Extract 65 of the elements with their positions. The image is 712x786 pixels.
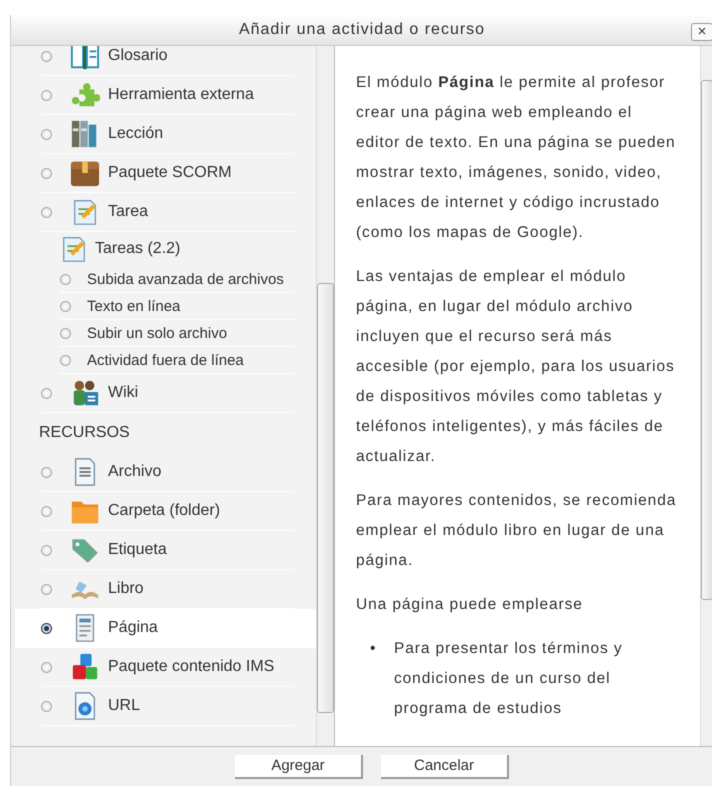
option-label: Wiki: [108, 384, 138, 402]
radio-button[interactable]: [41, 584, 52, 594]
option-label: Tarea: [108, 203, 148, 221]
group-label: Tareas (2.2): [95, 240, 180, 258]
activity-option[interactable]: Archivo: [41, 453, 294, 492]
activity-option[interactable]: Texto en línea: [60, 293, 294, 320]
bullet-marker: •: [370, 639, 378, 659]
radio-button[interactable]: [41, 506, 52, 516]
option-label: Lección: [108, 125, 164, 143]
option-label: Carpeta (folder): [108, 502, 220, 520]
radio-button[interactable]: [60, 300, 71, 312]
help-paragraph: El módulo Página le permite al profesor crear una página web empleando el editor de texto. En una página se pueden mostrar texto, imágenes, sonido, video, enlaces de internet y código incrustado (como los mapas de Google).: [356, 73, 677, 243]
activity-option[interactable]: Página: [15, 609, 316, 648]
radio-button[interactable]: [41, 168, 52, 178]
activity-option[interactable]: Subir un solo archivo: [60, 320, 294, 347]
activity-option[interactable]: Herramienta externa: [41, 76, 294, 115]
help-paragraph: Para mayores contenidos, se recomienda emplear el módulo libro en lugar de una página.: [356, 491, 678, 571]
option-label: URL: [108, 697, 140, 715]
scrollbar[interactable]: [316, 46, 334, 746]
radio-button[interactable]: [60, 328, 71, 338]
blocks-icon: [70, 652, 100, 682]
option-label: Texto en línea: [87, 298, 180, 314]
activity-option[interactable]: Tarea: [41, 193, 294, 232]
activity-option[interactable]: Subida avanzada de archivos: [60, 266, 294, 293]
radio-button[interactable]: [41, 700, 52, 712]
radio-button[interactable]: [41, 50, 52, 62]
option-label: Herramienta externa: [108, 86, 254, 104]
option-label: Glosario: [108, 47, 168, 65]
radio-button[interactable]: [41, 128, 52, 140]
dialog-button[interactable]: Cancelar: [381, 754, 509, 778]
option-label: Subida avanzada de archivos: [87, 270, 284, 288]
activity-option[interactable]: Etiqueta: [41, 531, 294, 570]
close-button[interactable]: ×: [691, 23, 712, 41]
help-bullet: Para presentar los términos y condiciones de un curso del programa de estudios: [394, 639, 624, 719]
activity-option[interactable]: Paquete SCORM: [41, 154, 294, 193]
radio-button[interactable]: [41, 622, 52, 634]
section-heading: RECURSOS: [39, 423, 131, 443]
radio-button[interactable]: [60, 354, 71, 366]
activity-option[interactable]: Paquete contenido IMS: [41, 648, 294, 687]
dialog-button[interactable]: Agregar: [235, 754, 363, 778]
radio-button[interactable]: [41, 662, 52, 672]
radio-button[interactable]: [60, 274, 71, 284]
radio-button[interactable]: [41, 466, 52, 478]
option-label: Subir un solo archivo: [87, 324, 228, 342]
option-label: Libro: [108, 580, 144, 598]
dialog-title: Añadir una actividad o recurso: [238, 21, 486, 39]
activity-option[interactable]: URL: [41, 687, 294, 726]
radio-button[interactable]: [41, 388, 52, 398]
help-paragraph: Una página puede emplearse: [356, 595, 584, 615]
radio-button[interactable]: [41, 90, 52, 100]
option-label: Etiqueta: [108, 541, 167, 559]
option-label: Página: [108, 619, 158, 637]
activity-option[interactable]: Glosario: [41, 46, 294, 76]
option-label: Paquete SCORM: [108, 164, 232, 182]
activity-option[interactable]: Wiki: [41, 374, 294, 413]
activity-option[interactable]: Lección: [41, 115, 294, 154]
option-label: Paquete contenido IMS: [108, 658, 274, 676]
radio-button[interactable]: [41, 206, 52, 218]
activity-option[interactable]: Actividad fuera de línea: [60, 347, 294, 374]
help-paragraph: Las ventajas de emplear el módulo página, en lugar del módulo archivo incluyen que el recurso será más accesible (por ejemplo, para los usuarios de dispositivos móviles como tabletas y teléfonos inteligentes), y más fáciles de actualizar.: [356, 267, 676, 467]
scrollbar[interactable]: [700, 46, 712, 746]
option-label: Archivo: [108, 463, 162, 481]
radio-button[interactable]: [41, 544, 52, 556]
activity-option[interactable]: Carpeta (folder): [41, 492, 294, 531]
option-label: Actividad fuera de línea: [87, 352, 244, 368]
